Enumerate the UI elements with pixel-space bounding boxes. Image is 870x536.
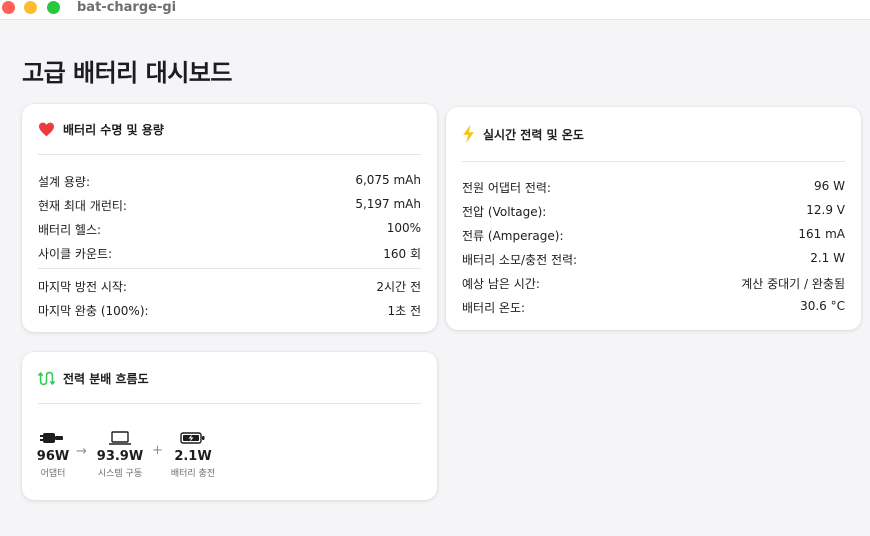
window-title: bat-charge-gi — [77, 0, 177, 15]
plug-icon — [40, 431, 66, 445]
laptop-icon — [108, 431, 132, 445]
info-row: 배터리 온도: 30.6 °C — [462, 299, 845, 316]
info-row: 전류 (Amperage): 161 mA — [462, 227, 845, 244]
row-label: 예상 남은 시간: — [462, 277, 540, 291]
row-value: 5,197 mAh — [355, 197, 421, 211]
info-row: 전압 (Voltage): 12.9 V — [462, 203, 845, 220]
info-row: 마지막 완충 (100%): 1초 전 — [38, 302, 421, 319]
row-label: 사이클 카운트: — [38, 247, 113, 261]
page-title: 고급 배터리 대시보드 — [22, 59, 232, 87]
row-label: 배터리 헬스: — [38, 223, 102, 237]
title-bar: bat-charge-gi — [0, 0, 870, 20]
info-row: 배터리 헬스: 100% — [38, 221, 421, 238]
card-header: 배터리 수명 및 용량 — [38, 121, 421, 138]
power-temperature-card: 실시간 전력 및 온도 전원 어댑터 전력: 96 W 전압 (Voltage)… — [446, 107, 861, 330]
row-label: 전원 어댑터 전력: — [462, 181, 551, 195]
flow-battery: 2.1W 배터리 충전 — [165, 430, 221, 479]
heart-icon — [38, 122, 55, 137]
row-value: 2시간 전 — [376, 280, 421, 294]
lightning-icon — [462, 125, 475, 143]
flow-plus: + — [152, 443, 163, 458]
row-label: 전압 (Voltage): — [462, 205, 547, 219]
card-title: 실시간 전력 및 온도 — [483, 127, 584, 142]
flow-adapter: 96W 어댑터 — [35, 430, 71, 479]
row-value: 30.6 °C — [800, 299, 845, 313]
card-header: 실시간 전력 및 온도 — [462, 125, 845, 143]
row-value: 12.9 V — [806, 203, 845, 217]
info-row: 배터리 소모/충전 전력: 2.1 W — [462, 251, 845, 268]
info-row: 설계 용량: 6,075 mAh — [38, 173, 421, 190]
info-row: 현재 최대 개런티: 5,197 mAh — [38, 197, 421, 214]
row-value: 계산 중대기 / 완충됨 — [741, 277, 845, 291]
info-row: 사이클 카운트: 160 회 — [38, 245, 421, 262]
flow-label: 시스템 구동 — [97, 469, 143, 479]
row-label: 마지막 방전 시작: — [38, 280, 127, 294]
row-value: 96 W — [814, 179, 845, 193]
info-row: 마지막 방전 시작: 2시간 전 — [38, 278, 421, 295]
row-label: 전류 (Amperage): — [462, 229, 564, 243]
main-content: 고급 배터리 대시보드 배터리 수명 및 용량 설계 용량: 6,075 mAh… — [0, 21, 870, 536]
card-title: 배터리 수명 및 용량 — [63, 123, 164, 137]
close-window-button[interactable] — [2, 1, 15, 14]
battery-health-card: 배터리 수명 및 용량 설계 용량: 6,075 mAh 현재 최대 개런티: … — [22, 104, 437, 332]
row-label: 현재 최대 개런티: — [38, 199, 127, 213]
flow-value: 93.9W — [96, 449, 144, 464]
row-label: 설계 용량: — [38, 175, 91, 189]
flow-label: 어댑터 — [40, 469, 66, 479]
row-label: 배터리 온도: — [462, 301, 526, 315]
maximize-window-button[interactable] — [47, 1, 60, 14]
minimize-window-button[interactable] — [24, 1, 37, 14]
row-value: 160 회 — [383, 247, 421, 261]
row-value: 100% — [386, 221, 421, 235]
card-header: 전력 분배 흐름도 — [38, 370, 421, 387]
card-title: 전력 분배 흐름도 — [63, 372, 149, 386]
info-row: 예상 남은 시간: 계산 중대기 / 완충됨 — [462, 275, 845, 292]
flow-value: 2.1W — [174, 449, 212, 464]
power-flow-card: 전력 분배 흐름도 96W 어댑터 → 93.9W 시스템 구동 + 2.1W … — [22, 352, 437, 500]
battery-charging-icon — [180, 431, 206, 445]
info-row: 전원 어댑터 전력: 96 W — [462, 179, 845, 196]
row-value: 2.1 W — [810, 251, 845, 265]
flow-system: 93.9W 시스템 구동 — [93, 430, 147, 479]
divider — [38, 403, 421, 404]
row-value: 1초 전 — [387, 304, 421, 318]
divider — [38, 268, 421, 269]
flow-value: 96W — [36, 449, 70, 464]
flow-label: 배터리 충전 — [170, 469, 216, 479]
row-label: 배터리 소모/충전 전력: — [462, 253, 578, 267]
divider — [38, 154, 421, 155]
row-label: 마지막 완충 (100%): — [38, 304, 149, 318]
row-value: 161 mA — [798, 227, 845, 241]
flow-arrow: → — [76, 444, 87, 459]
row-value: 6,075 mAh — [355, 173, 421, 187]
divider — [462, 161, 845, 162]
flow-arrows-icon — [38, 370, 55, 387]
